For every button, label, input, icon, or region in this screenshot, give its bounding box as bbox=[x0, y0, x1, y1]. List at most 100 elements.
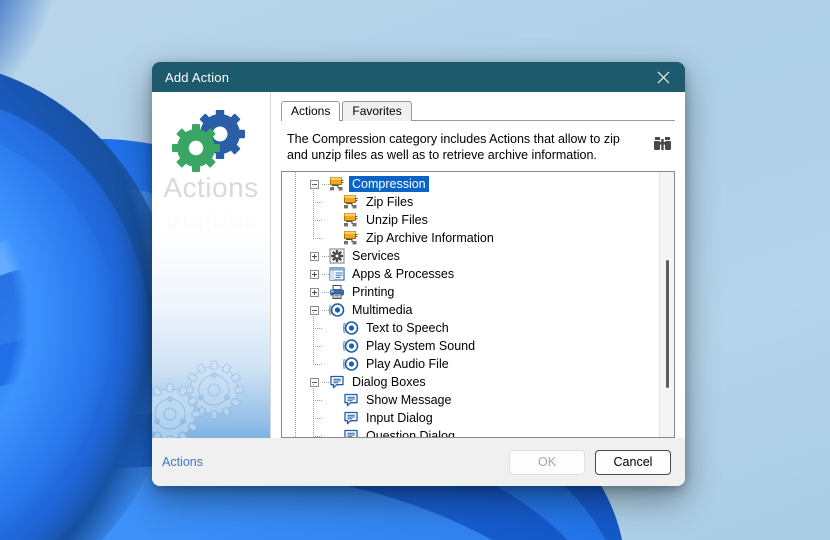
speaker-icon bbox=[343, 356, 359, 372]
zip-icon bbox=[343, 194, 359, 210]
tree-item[interactable]: Services bbox=[282, 238, 659, 274]
tree-collapse-icon[interactable] bbox=[310, 305, 319, 315]
category-description: The Compression category includes Action… bbox=[287, 132, 620, 162]
tab-actions[interactable]: Actions bbox=[281, 101, 341, 122]
tree-indent bbox=[282, 256, 310, 292]
zip-icon bbox=[343, 230, 359, 246]
product-logo: Actions Actions bbox=[152, 109, 270, 237]
tree-indent bbox=[282, 382, 310, 418]
zip-icon bbox=[343, 212, 359, 228]
tree-item[interactable]: Input Dialog bbox=[282, 400, 659, 436]
logo-wordmark: Actions bbox=[163, 172, 259, 203]
tree-item[interactable]: Apps & Processes bbox=[282, 256, 659, 292]
tree-indent bbox=[282, 274, 310, 310]
tree-item-label: Zip Files bbox=[366, 195, 414, 209]
tree-item[interactable]: Zip Archive Information bbox=[282, 220, 659, 256]
tree-item[interactable]: Printing bbox=[282, 274, 659, 310]
actions-treeview[interactable]: Compression Zip Files Unzip Files Zip Archi… bbox=[281, 171, 675, 438]
gears-logo-icon bbox=[163, 109, 259, 176]
tree-item-label: Multimedia bbox=[352, 303, 413, 317]
speaker-icon bbox=[329, 302, 345, 318]
tree-item-label: Compression bbox=[349, 176, 429, 192]
tree-connector bbox=[322, 255, 329, 257]
tree-expand-icon[interactable] bbox=[310, 251, 319, 261]
tree-item-label: Question Dialog bbox=[366, 429, 455, 437]
tree-indent bbox=[282, 328, 310, 364]
tree-item[interactable]: Play System Sound bbox=[282, 328, 659, 364]
tree-expand-icon[interactable] bbox=[310, 287, 319, 297]
tree-indent bbox=[282, 292, 310, 328]
tree-item[interactable]: Play Audio File bbox=[282, 346, 659, 382]
speaker-icon bbox=[343, 338, 359, 354]
treeview-viewport: Compression Zip Files Unzip Files Zip Archi… bbox=[282, 172, 659, 437]
treeview-scrollbar[interactable] bbox=[659, 172, 674, 437]
tree-indent bbox=[282, 184, 310, 220]
tree-item[interactable]: Unzip Files bbox=[282, 202, 659, 238]
tree-item[interactable]: Dialog Boxes bbox=[282, 364, 659, 400]
tree-connector bbox=[322, 381, 329, 383]
dialog-body: Actions Actions Actions Favorites The Co… bbox=[152, 92, 685, 438]
tree-item[interactable]: Question Dialog bbox=[282, 418, 659, 437]
dialog-sidebar: Actions Actions bbox=[152, 92, 271, 438]
tree-collapse-icon[interactable] bbox=[310, 377, 319, 387]
tab-favorites[interactable]: Favorites bbox=[342, 101, 412, 121]
dialog-footer: Actions OK Cancel bbox=[152, 438, 685, 486]
tree-item[interactable]: Show Message bbox=[282, 382, 659, 418]
tree-item-label: Play System Sound bbox=[366, 339, 476, 353]
tree-item-label: Play Audio File bbox=[366, 357, 449, 371]
gear-icon bbox=[329, 248, 345, 264]
tab-actions-label: Actions bbox=[291, 104, 331, 118]
tabstrip: Actions Favorites bbox=[281, 100, 675, 122]
tree-item-label: Zip Archive Information bbox=[366, 231, 494, 245]
tree-item-label: Apps & Processes bbox=[352, 267, 455, 281]
ok-button[interactable]: OK bbox=[509, 449, 585, 475]
tree-item-label: Dialog Boxes bbox=[352, 375, 426, 389]
dialog-icon bbox=[343, 410, 359, 426]
tree-indent bbox=[282, 220, 310, 256]
tree-indent bbox=[282, 238, 310, 274]
category-description-row: The Compression category includes Action… bbox=[281, 121, 675, 171]
dialog-title: Add Action bbox=[165, 69, 230, 85]
dialog-icon bbox=[329, 374, 345, 390]
tree-indent bbox=[310, 220, 331, 247]
actions-link[interactable]: Actions bbox=[162, 455, 203, 469]
tree-indent bbox=[310, 418, 331, 437]
tree-connector bbox=[322, 309, 329, 311]
dialog-titlebar: Add Action bbox=[152, 62, 685, 92]
cancel-button[interactable]: Cancel bbox=[595, 449, 671, 475]
tree-item-label: Unzip Files bbox=[366, 213, 428, 227]
tree-indent bbox=[310, 346, 331, 373]
logo-wordmark-reflection: Actions bbox=[163, 206, 259, 237]
tree-item-label: Text to Speech bbox=[366, 321, 449, 335]
window-icon bbox=[329, 266, 345, 282]
binoculars-icon[interactable] bbox=[651, 133, 673, 155]
dialog-content: Actions Favorites The Compression catego… bbox=[271, 92, 685, 438]
add-action-dialog: Add Action Actions Actions Actions Favor… bbox=[152, 62, 685, 486]
tree-expand-icon[interactable] bbox=[310, 269, 319, 279]
tree-indent bbox=[282, 418, 310, 437]
tree-item[interactable]: Multimedia bbox=[282, 292, 659, 328]
tree-item[interactable]: Text to Speech bbox=[282, 310, 659, 346]
tree-indent bbox=[282, 172, 310, 202]
tree-item[interactable]: Zip Files bbox=[282, 184, 659, 220]
tree-item[interactable]: Compression bbox=[282, 172, 659, 202]
tab-favorites-label: Favorites bbox=[352, 104, 402, 118]
printer-icon bbox=[329, 284, 345, 300]
tree-collapse-icon[interactable] bbox=[310, 179, 319, 189]
treeview-scrollbar-thumb[interactable] bbox=[666, 260, 669, 388]
tree-connector bbox=[322, 291, 329, 293]
close-icon[interactable] bbox=[641, 62, 685, 92]
dialog-icon bbox=[343, 428, 359, 437]
tree-connector bbox=[322, 273, 329, 275]
tree-item-label: Input Dialog bbox=[366, 411, 433, 425]
tree-item-label: Printing bbox=[352, 285, 395, 299]
tree-indent bbox=[282, 364, 310, 400]
tree-item-label: Show Message bbox=[366, 393, 452, 407]
